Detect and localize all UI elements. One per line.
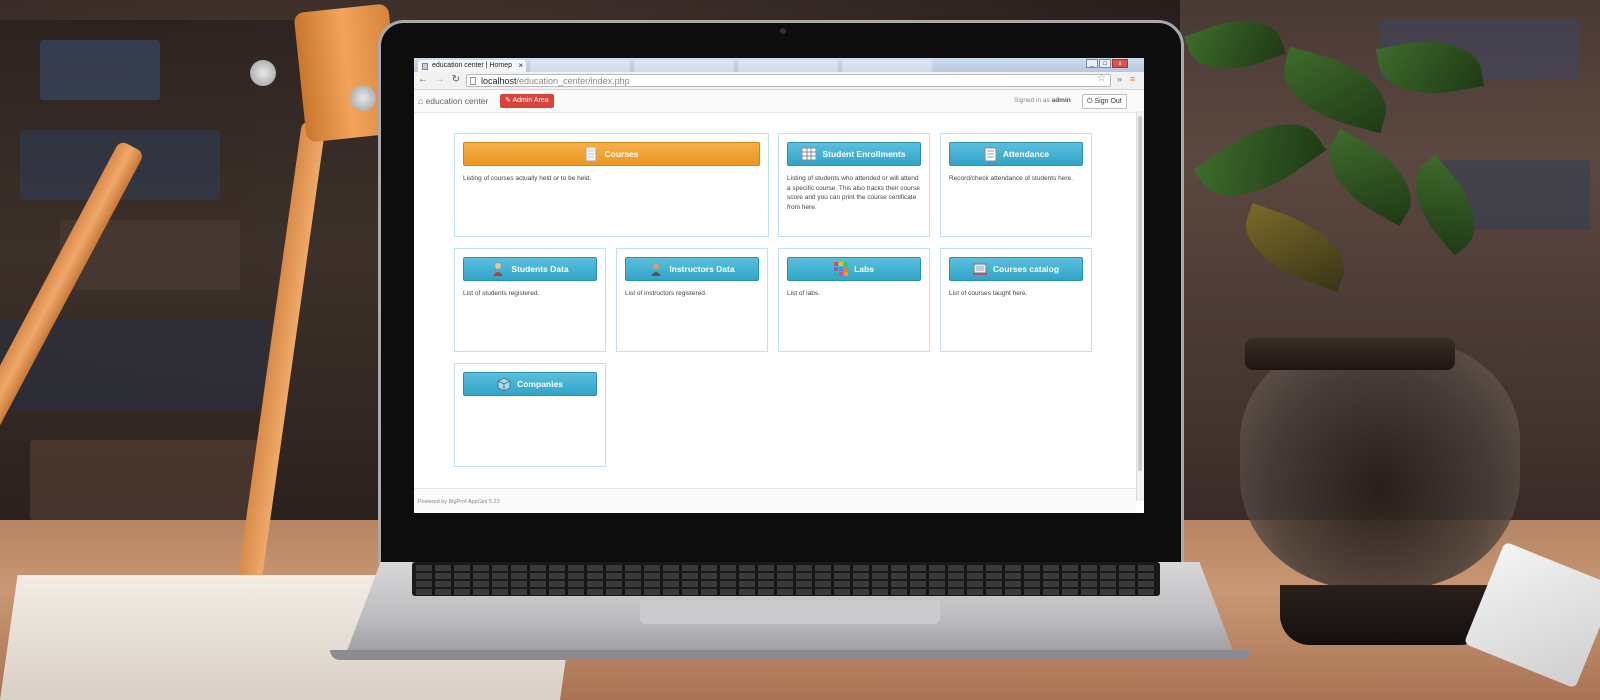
- companies-button[interactable]: Companies: [463, 372, 597, 396]
- signed-in-status: Signed in as admin: [1014, 97, 1071, 104]
- key-row: [416, 573, 1156, 579]
- app-navbar: ⌂ education center ✎ Admin Area Signed i…: [414, 90, 1144, 113]
- instructors-data-label: Instructors Data: [669, 264, 735, 274]
- courses-catalog-button[interactable]: Courses catalog: [949, 257, 1083, 281]
- labs-description: List of labs.: [787, 290, 820, 297]
- lamp-knob: [350, 85, 376, 111]
- signed-in-user: admin: [1051, 97, 1071, 104]
- card-student-enrollments: Student Enrollments Listing of students …: [778, 133, 930, 237]
- forward-icon[interactable]: →: [434, 74, 446, 85]
- wrench-icon: ✎: [505, 97, 511, 104]
- url-host: localhost: [481, 76, 517, 86]
- signed-in-prefix: Signed in as: [1014, 97, 1050, 104]
- instructor-icon: [649, 262, 663, 276]
- tab-active[interactable]: education center | Homep ×: [418, 60, 526, 72]
- book: [30, 440, 270, 520]
- student-enrollments-button[interactable]: Student Enrollments: [787, 142, 921, 166]
- back-icon[interactable]: ←: [417, 74, 429, 85]
- tab-background[interactable]: [634, 60, 734, 72]
- attendance-button[interactable]: Attendance: [949, 142, 1083, 166]
- home-icon: ⌂: [418, 96, 424, 106]
- webcam: [780, 28, 786, 34]
- tab-background[interactable]: [842, 60, 932, 72]
- maximize-button[interactable]: □: [1099, 59, 1111, 68]
- labs-label: Labs: [854, 264, 874, 274]
- courses-catalog-description: List of courses taught here.: [949, 290, 1028, 297]
- page-footer: Powered by BigProf AppGini 5.23: [414, 488, 1136, 513]
- jar-base: [1280, 585, 1490, 645]
- address-bar: ← → ↻ localhost/education_center/index.p…: [414, 72, 1144, 90]
- courses-catalog-label: Courses catalog: [992, 264, 1060, 274]
- page-icon: [422, 63, 428, 70]
- card-companies: Companies: [454, 363, 606, 467]
- instructors-data-button[interactable]: Instructors Data: [625, 257, 759, 281]
- notepad-icon: [983, 147, 997, 162]
- students-data-button[interactable]: Students Data: [463, 257, 597, 281]
- grid-icon: [834, 261, 849, 276]
- url-path: /education_center/index.php: [516, 76, 630, 86]
- home-link[interactable]: ⌂ education center: [418, 96, 488, 106]
- admin-area-button[interactable]: ✎ Admin Area: [500, 94, 554, 108]
- sign-out-button[interactable]: ⏻ Sign Out: [1082, 94, 1127, 109]
- courses-description: Listing of courses actually held or to b…: [463, 175, 592, 182]
- attendance-description: Record/check attendance of students here…: [949, 175, 1073, 182]
- card-labs: Labs List of labs.: [778, 248, 930, 352]
- students-data-description: List of students registered.: [463, 290, 540, 297]
- card-students-data: Students Data List of students registere…: [454, 248, 606, 352]
- url-field[interactable]: localhost/education_center/index.php: [466, 74, 1111, 87]
- spreadsheet-icon: [801, 147, 817, 161]
- card-courses-catalog: Courses catalog List of courses taught h…: [940, 248, 1092, 352]
- key-row: [416, 565, 1156, 571]
- labs-button[interactable]: Labs: [787, 257, 921, 281]
- key-row: [416, 589, 1156, 595]
- bookmark-star-icon[interactable]: ☆: [1097, 73, 1106, 84]
- attendance-label: Attendance: [1002, 149, 1050, 159]
- card-attendance: Attendance Record/check attendance of st…: [940, 133, 1092, 237]
- browser-window: education center | Homep × _ □ x ← → ↻ l…: [414, 58, 1144, 513]
- card-instructors-data: Instructors Data List of instructors reg…: [616, 248, 768, 352]
- scrollbar-thumb[interactable]: [1138, 116, 1142, 471]
- courses-label: Courses: [604, 149, 639, 159]
- minimize-button[interactable]: _: [1086, 59, 1098, 68]
- students-data-label: Students Data: [511, 264, 569, 274]
- browser-menu-icon[interactable]: ≡: [1130, 74, 1135, 84]
- close-window-button[interactable]: x: [1112, 59, 1128, 68]
- reload-icon[interactable]: ↻: [450, 74, 462, 85]
- lamp-knob: [250, 60, 276, 86]
- trackpad: [640, 600, 940, 624]
- glass-jar: [1240, 340, 1520, 590]
- tab-bar: education center | Homep × _ □ x: [414, 58, 1144, 72]
- book: [40, 40, 160, 100]
- card-courses: Courses Listing of courses actually held…: [454, 133, 769, 237]
- key-row: [416, 581, 1156, 587]
- student-icon: [491, 262, 505, 276]
- document-icon: [584, 146, 598, 162]
- companies-label: Companies: [517, 379, 563, 389]
- instructors-data-description: List of instructors registered.: [625, 290, 707, 297]
- admin-area-label: Admin Area: [512, 97, 549, 104]
- catalog-icon: [972, 262, 987, 276]
- student-enrollments-label: Student Enrollments: [822, 149, 906, 159]
- page-icon: [470, 77, 476, 85]
- cube-icon: [497, 377, 511, 392]
- sign-out-label: Sign Out: [1094, 98, 1122, 105]
- tab-background[interactable]: [738, 60, 838, 72]
- laptop-lip: [330, 650, 1250, 660]
- tab-background[interactable]: [530, 60, 630, 72]
- tab-title: education center | Homep: [432, 62, 513, 69]
- extensions-icon[interactable]: »: [1117, 74, 1122, 84]
- tab-close-icon[interactable]: ×: [518, 60, 523, 72]
- courses-button[interactable]: Courses: [463, 142, 760, 166]
- sign-out-icon: ⏻: [1087, 98, 1093, 105]
- footer-text: Powered by BigProf AppGini 5.23: [418, 499, 500, 505]
- brand-name: education center: [425, 96, 489, 106]
- student-enrollments-description: Listing of students who attended or will…: [787, 175, 920, 211]
- jar-lid: [1245, 338, 1455, 370]
